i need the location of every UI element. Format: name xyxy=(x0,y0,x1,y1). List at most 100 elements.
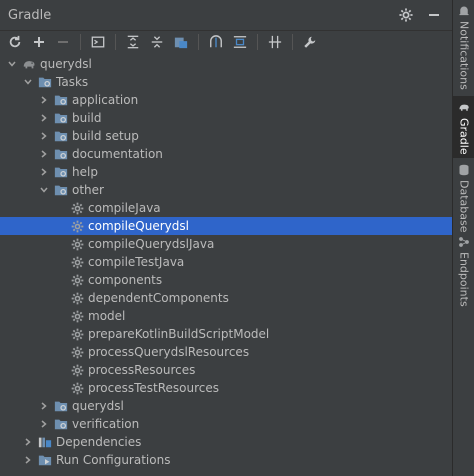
gear-icon xyxy=(70,255,84,269)
gradle-tree: querydsl Tasks application build build s… xyxy=(0,55,452,469)
tree-node-tasks[interactable]: Tasks xyxy=(0,73,452,91)
gear-icon xyxy=(70,363,84,377)
endpoints-icon xyxy=(457,236,471,248)
minimize-icon[interactable] xyxy=(426,7,442,23)
task-item[interactable]: compileQuerydsl xyxy=(0,217,452,235)
task-folder-icon xyxy=(38,75,52,89)
toolbar-separator xyxy=(80,34,81,50)
tree-node-group[interactable]: querydsl xyxy=(0,397,452,415)
toolbar-separator xyxy=(198,34,199,50)
tree-node-label: querydsl xyxy=(40,57,92,71)
task-item[interactable]: dependentComponents xyxy=(0,289,452,307)
tree-node-group[interactable]: application xyxy=(0,91,452,109)
tree-node-label: build setup xyxy=(72,129,139,143)
chevron-right-icon[interactable] xyxy=(38,148,50,160)
chevron-right-icon[interactable] xyxy=(38,130,50,142)
dependencies-icon[interactable] xyxy=(172,33,190,51)
task-item[interactable]: processTestResources xyxy=(0,379,452,397)
task-item-label: compileQuerydsl xyxy=(88,219,189,233)
task-item-label: processTestResources xyxy=(88,381,220,395)
toolbar-separator xyxy=(115,34,116,50)
task-item[interactable]: model xyxy=(0,307,452,325)
collapse-all-icon[interactable] xyxy=(148,33,166,51)
tab-database[interactable]: Database xyxy=(453,160,474,233)
show-diagram-icon[interactable] xyxy=(266,33,284,51)
toolbar xyxy=(0,31,458,53)
title-bar: Gradle xyxy=(0,0,452,31)
task-folder-icon xyxy=(54,183,68,197)
chevron-right-icon[interactable] xyxy=(38,400,50,412)
task-folder-icon xyxy=(54,147,68,161)
gear-icon[interactable] xyxy=(398,7,414,23)
gear-icon xyxy=(70,381,84,395)
chevron-right-icon[interactable] xyxy=(22,436,34,448)
tree-node-group[interactable]: build xyxy=(0,109,452,127)
task-item-label: compileQuerydslJava xyxy=(88,237,215,251)
task-item[interactable]: components xyxy=(0,271,452,289)
expand-all-icon[interactable] xyxy=(124,33,142,51)
chevron-down-icon[interactable] xyxy=(38,184,50,196)
tree-node-root[interactable]: querydsl xyxy=(0,55,452,73)
tree-node-label: Dependencies xyxy=(56,435,142,449)
tab-endpoints[interactable]: Endpoints xyxy=(453,232,474,307)
task-item[interactable]: compileTestJava xyxy=(0,253,452,271)
tree-node-group[interactable]: verification xyxy=(0,415,452,433)
tree-node-other[interactable]: other xyxy=(0,181,452,199)
tab-label: Gradle xyxy=(457,118,471,155)
tree-node-label: build xyxy=(72,111,102,125)
reload-icon[interactable] xyxy=(6,33,24,51)
chevron-down-icon[interactable] xyxy=(6,58,18,70)
remove-icon[interactable] xyxy=(54,33,72,51)
chevron-right-icon[interactable] xyxy=(38,166,50,178)
gear-icon xyxy=(70,219,84,233)
tab-notifications[interactable]: Notifications xyxy=(453,0,474,90)
task-item[interactable]: compileQuerydslJava xyxy=(0,235,452,253)
task-folder-icon xyxy=(54,165,68,179)
settings-wrench-icon[interactable] xyxy=(301,33,319,51)
bell-icon xyxy=(457,4,471,17)
toolbar-separator xyxy=(292,34,293,50)
tree-node-group[interactable]: help xyxy=(0,163,452,181)
task-item-label: compileTestJava xyxy=(88,255,185,269)
task-item-label: model xyxy=(88,309,126,323)
task-item-label: prepareKotlinBuildScriptModel xyxy=(88,327,270,341)
tree-node-group[interactable]: build setup xyxy=(0,127,452,145)
task-folder-icon xyxy=(54,93,68,107)
gear-icon xyxy=(70,201,84,215)
gradle-elephant-icon xyxy=(457,100,471,114)
task-item[interactable]: compileJava xyxy=(0,199,452,217)
tab-label: Endpoints xyxy=(457,252,471,307)
gear-icon xyxy=(70,345,84,359)
tree-node-label: verification xyxy=(72,417,140,431)
panel-title: Gradle xyxy=(8,7,52,23)
chevron-right-icon[interactable] xyxy=(38,418,50,430)
chevron-right-icon[interactable] xyxy=(38,94,50,106)
gradle-tool-window: Gradle querydsl Tasks application build … xyxy=(0,0,474,476)
tree-node-label: documentation xyxy=(72,147,163,161)
toolbar-separator xyxy=(257,34,258,50)
task-item[interactable]: prepareKotlinBuildScriptModel xyxy=(0,325,452,343)
chevron-right-icon[interactable] xyxy=(38,112,50,124)
task-item-label: processQuerydslResources xyxy=(88,345,250,359)
gradle-elephant-icon xyxy=(22,57,36,71)
task-item[interactable]: processResources xyxy=(0,361,452,379)
chevron-right-icon[interactable] xyxy=(22,454,34,466)
analyze-icon[interactable] xyxy=(207,33,225,51)
chevron-down-icon[interactable] xyxy=(22,76,34,88)
task-item-label: processResources xyxy=(88,363,196,377)
add-icon[interactable] xyxy=(30,33,48,51)
execute-task-icon[interactable] xyxy=(89,33,107,51)
gear-icon xyxy=(70,291,84,305)
tab-gradle[interactable]: Gradle xyxy=(453,96,474,158)
task-item[interactable]: processQuerydslResources xyxy=(0,343,452,361)
tree-node-run-configurations[interactable]: Run Configurations xyxy=(0,451,452,469)
toggle-offline-icon[interactable] xyxy=(231,33,249,51)
tree-node-group[interactable]: documentation xyxy=(0,145,452,163)
tree-node-dependencies[interactable]: Dependencies xyxy=(0,433,452,451)
tree-node-label: querydsl xyxy=(72,399,124,413)
